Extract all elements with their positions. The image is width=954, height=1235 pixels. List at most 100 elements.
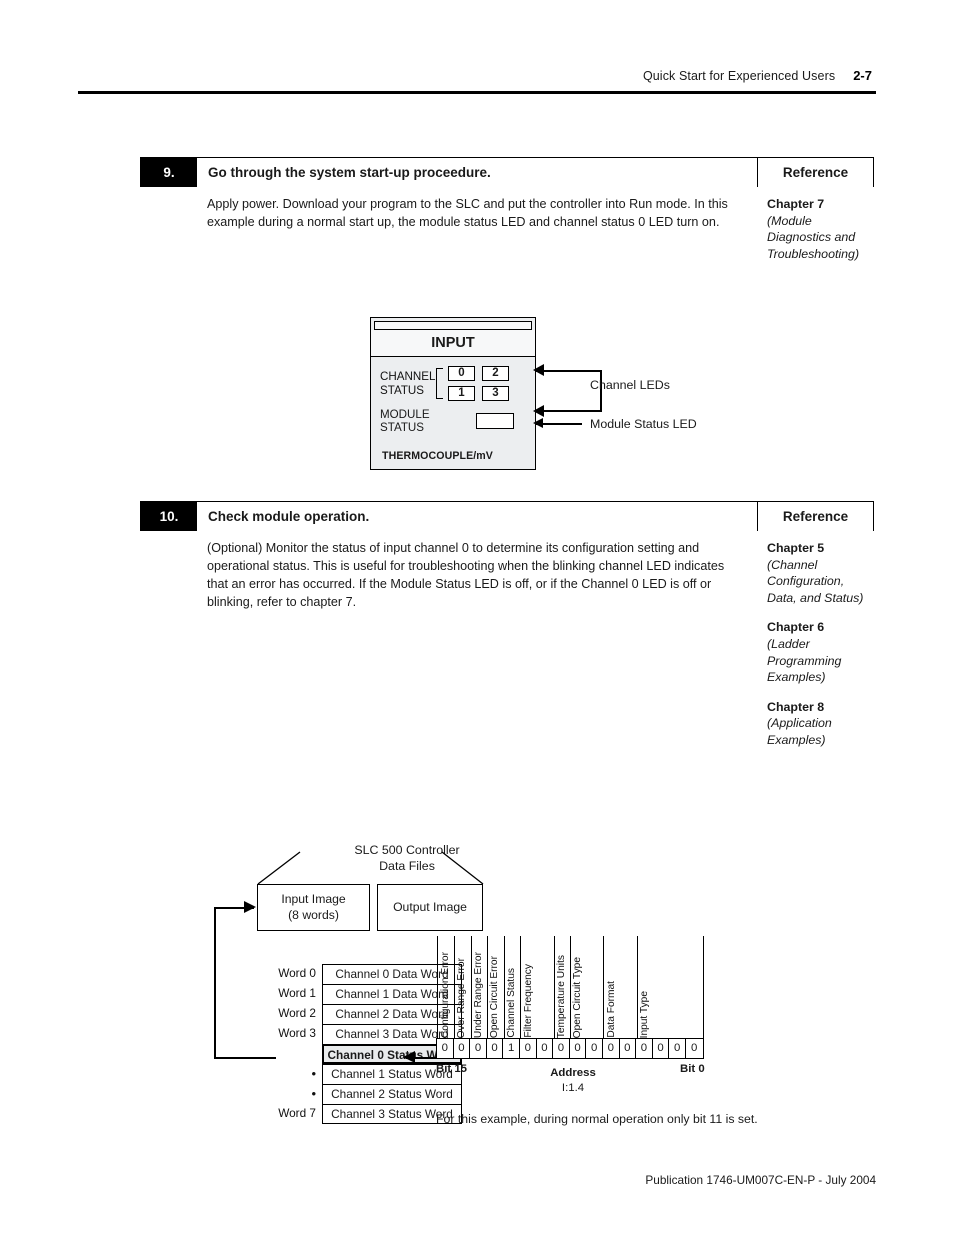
step-9-header-row: 9. Go through the system start-up procee… — [140, 157, 874, 187]
channel-led-arrowhead-top — [533, 364, 544, 376]
table-row: • Channel 1 Status Word — [274, 1064, 462, 1084]
led-bracket — [436, 368, 443, 399]
module-outline: INPUT CHANNEL STATUS 0 2 1 3 MODULE STAT… — [370, 317, 536, 470]
module-status-arrowhead — [533, 418, 543, 428]
led-row-top: 0 2 — [448, 366, 509, 381]
word-label: Word 2 — [278, 1006, 316, 1020]
bit-15-label: Bit 15 — [436, 1063, 468, 1075]
channel-status-label: CHANNEL STATUS — [380, 370, 436, 397]
output-image-label: Output Image — [393, 899, 467, 914]
channel-led-arrow-bottom-line — [536, 410, 602, 413]
publication-label: Publication 1746-UM007C-EN-P - July 2004 — [645, 1173, 876, 1187]
bit-group-label: Filter Frequency — [522, 964, 534, 1038]
step-10-reference-header: Reference — [782, 509, 849, 524]
bit-group-separator — [553, 936, 555, 1038]
channel-led-grid: 0 2 1 3 — [448, 366, 509, 401]
connector-vertical — [214, 907, 217, 1059]
bit-cell-1: 0 — [669, 1039, 686, 1058]
step-10-title: Check module operation. — [197, 502, 758, 531]
channel-status-label-line2: STATUS — [380, 383, 425, 397]
output-image-box: Output Image — [377, 884, 483, 931]
word-label: Word 0 — [278, 966, 316, 980]
reference-subtitle: (Ladder Programming Examples) — [767, 637, 842, 685]
table-row: Word 2 Channel 2 Data Word — [274, 1004, 462, 1024]
bit-group-label: Configuration Error — [439, 951, 451, 1038]
channel-status-label-line1: CHANNEL — [380, 369, 436, 383]
bit-cell-5: 0 — [602, 1039, 620, 1058]
example-note: For this example, during normal operatio… — [436, 1112, 758, 1126]
bit-cell-0: 0 — [685, 1039, 703, 1058]
reference-chapter: Chapter 7 — [767, 197, 825, 211]
step-10-body: (Optional) Monitor the status of input c… — [140, 531, 874, 753]
word-label: Word 1 — [278, 986, 316, 1000]
page-number: 2-7 — [853, 68, 872, 83]
bit-group-label: Data Format — [605, 981, 617, 1038]
bit-0-label: Bit 0 — [680, 1063, 705, 1075]
reference-chapter: Chapter 6 — [767, 620, 825, 635]
table-row: Word 7 Channel 3 Status Word — [274, 1104, 462, 1124]
bit-group-separator — [470, 936, 472, 1038]
module-top-slot — [374, 321, 532, 330]
bit-value-row: 0000100000000000 — [436, 1038, 704, 1059]
input-image-line2: (8 words) — [288, 907, 339, 922]
address-label: Address — [550, 1067, 596, 1079]
bit-field-labels: Configuration Error Over Range Error Under… — [436, 936, 704, 1038]
step-9-references: Chapter 7 (Module Diagnostics and Troubl… — [759, 187, 874, 266]
reference-item: Chapter 6 (Ladder Programming Examples) — [767, 619, 868, 685]
reference-item: Chapter 5 (Channel Configuration, Data, … — [767, 540, 868, 606]
reference-chapter: Chapter 8 — [767, 699, 825, 714]
address-label-block: Address I:1.4 — [518, 1066, 628, 1096]
reference-item: Chapter 7 (Module Diagnostics and Troubl… — [767, 196, 868, 262]
bit-group-label: Channel Status — [505, 968, 517, 1038]
bit-group-separator — [636, 936, 638, 1038]
table-row-highlighted: Channel 0 Status Word — [274, 1044, 462, 1064]
reference-item: Chapter 8 (Application Examples) — [767, 699, 868, 749]
slc-title-leaders — [257, 851, 484, 885]
input-image-line1: Input Image — [281, 891, 346, 906]
bit-group-label: Input Type — [638, 990, 650, 1038]
address-value: I:1.4 — [561, 1081, 585, 1094]
step-9-number: 9. — [141, 158, 197, 187]
module-led-figure: INPUT CHANNEL STATUS 0 2 1 3 MODULE STAT… — [370, 317, 536, 470]
table-row: Word 3 Channel 3 Data Word — [274, 1024, 462, 1044]
bit-cell-3: 0 — [636, 1039, 653, 1058]
table-row: Word 1 Channel 1 Data Word — [274, 984, 462, 1004]
step-table-9: 9. Go through the system start-up procee… — [140, 157, 874, 266]
bit-cell-8: 0 — [553, 1039, 570, 1058]
footer: Publication 1746-UM007C-EN-P - July 2004 — [0, 1173, 954, 1187]
reference-subtitle: (Module Diagnostics and Troubleshooting) — [767, 213, 860, 261]
connector-arrowhead — [244, 901, 256, 913]
channel-led-1: 1 — [448, 386, 475, 401]
callout-module-status-led: Module Status LED — [590, 417, 697, 431]
word-table: Word 0 Channel 0 Data Word Word 1 Channe… — [274, 964, 462, 1124]
word-label — [274, 1044, 322, 1064]
word-label: • — [311, 1066, 316, 1081]
input-image-box: Input Image (8 words) — [257, 884, 370, 931]
bit-cell-10: 0 — [519, 1039, 537, 1058]
step-10-header-row: 10. Check module operation. Reference — [140, 501, 874, 531]
step-10-description: (Optional) Monitor the status of input c… — [207, 541, 725, 609]
connector-horizontal-bottom — [214, 1057, 276, 1060]
bit-cell-6: 0 — [586, 1039, 603, 1058]
module-thermocouple-label: THERMOCOUPLE/mV — [382, 450, 493, 462]
header-rule — [78, 91, 876, 94]
header-title: Quick Start for Experienced Users — [642, 69, 836, 83]
bit-group-label: Under Range Error — [472, 951, 484, 1038]
step-9-gutter — [140, 187, 196, 266]
table-row: • Channel 2 Status Word — [274, 1084, 462, 1104]
module-status-row: MODULE STATUS — [371, 408, 535, 434]
word-cell: Channel 2 Status Word — [322, 1084, 462, 1104]
bit-cell-7: 0 — [569, 1039, 587, 1058]
module-body: CHANNEL STATUS 0 2 1 3 MODULE STATUS — [371, 357, 535, 441]
bit-cell-15: 0 — [437, 1039, 454, 1058]
reference-subtitle: (Application Examples) — [767, 716, 832, 748]
channel-led-3: 3 — [482, 386, 509, 401]
word-label: Word 3 — [278, 1026, 316, 1040]
reference-chapter: Chapter 5 — [767, 541, 825, 555]
bit-cell-4: 0 — [619, 1039, 637, 1058]
channel-led-arrowhead-bottom — [533, 405, 544, 417]
step-10-references: Chapter 5 (Channel Configuration, Data, … — [759, 531, 874, 753]
bit-group-label: Open Circuit Error — [489, 955, 501, 1038]
bit-cell-13: 0 — [470, 1039, 487, 1058]
bit-cell-11: 1 — [503, 1039, 520, 1058]
